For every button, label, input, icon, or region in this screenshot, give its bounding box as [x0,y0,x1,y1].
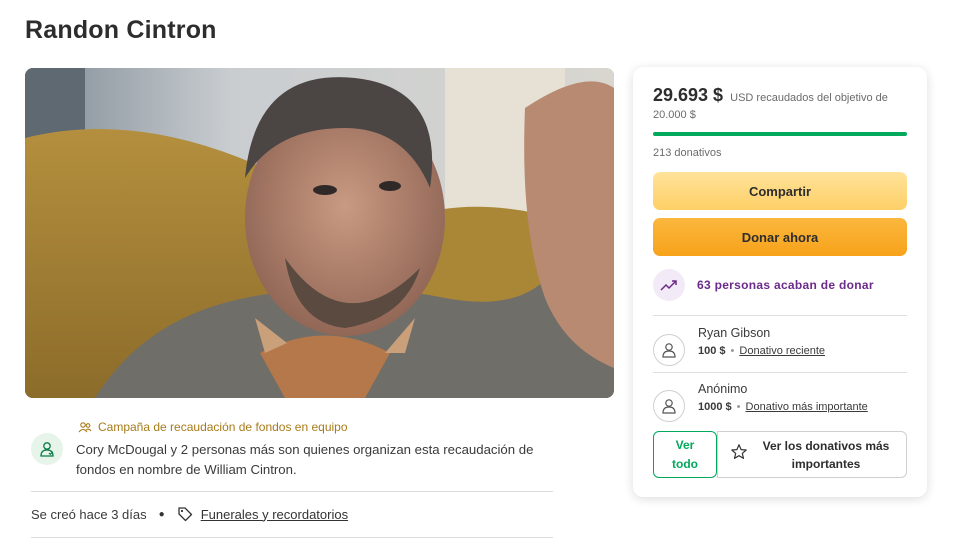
category-link[interactable]: Funerales y recordatorios [201,507,348,522]
organizer-text: Cory McDougal y 2 personas más son quien… [76,442,534,477]
user-icon [40,442,54,457]
top-donations-button[interactable]: Ver los donativos más importantes [717,431,907,478]
separator-dot: ● [158,508,165,520]
top-donations-label: Ver los donativos más importantes [762,438,890,471]
donor-label-link[interactable]: Donativo más importante [746,401,868,413]
amount-raised: 29.693 $ USD recaudados del objetivo de … [653,85,913,124]
donor-amount: 100 $ [698,345,726,357]
trend-up-icon [653,269,685,301]
share-button[interactable]: Compartir [653,172,907,210]
donations-count: 213 donativos [653,147,722,159]
donor-label-link[interactable]: Donativo reciente [739,345,825,357]
card-divider [653,315,907,316]
recent-donations-text: 63 personas acaban de donar [697,278,874,292]
donation-card: 29.693 $ USD recaudados del objetivo de … [633,67,927,497]
recent-donations: 63 personas acaban de donar [653,269,874,301]
page-title: Randon Cintron [25,16,217,44]
team-icon [78,421,92,433]
see-all-label: Ver todo [672,437,698,471]
section-divider-bottom [31,537,553,538]
donor-name: Anónimo [698,382,748,396]
donor-avatar-icon [653,390,685,422]
organizer-avatar [31,433,63,465]
progress-fill [653,132,907,136]
donate-button[interactable]: Donar ahora [653,218,907,256]
amount-value: 29.693 $ [653,85,724,105]
team-campaign-tag: Campaña de recaudación de fondos en equi… [78,420,348,434]
see-all-button[interactable]: Ver todo [653,431,717,478]
donor-item: Anónimo 1000 $ • Donativo más importante [653,382,868,422]
donor-avatar-icon [653,334,685,366]
donor-name: Ryan Gibson [698,326,771,340]
donor-item: Ryan Gibson 100 $ • Donativo reciente [653,326,825,366]
campaign-photo [25,68,614,398]
tag-icon [177,506,193,522]
campaign-meta: Se creó hace 3 días ● Funerales y record… [31,506,348,522]
card-divider [653,372,907,373]
star-icon [730,443,748,466]
donor-amount: 1000 $ [698,401,732,413]
team-campaign-label: Campaña de recaudación de fondos en equi… [98,420,348,434]
progress-bar [653,132,907,136]
created-date: Se creó hace 3 días [31,506,147,522]
section-divider [31,491,553,492]
